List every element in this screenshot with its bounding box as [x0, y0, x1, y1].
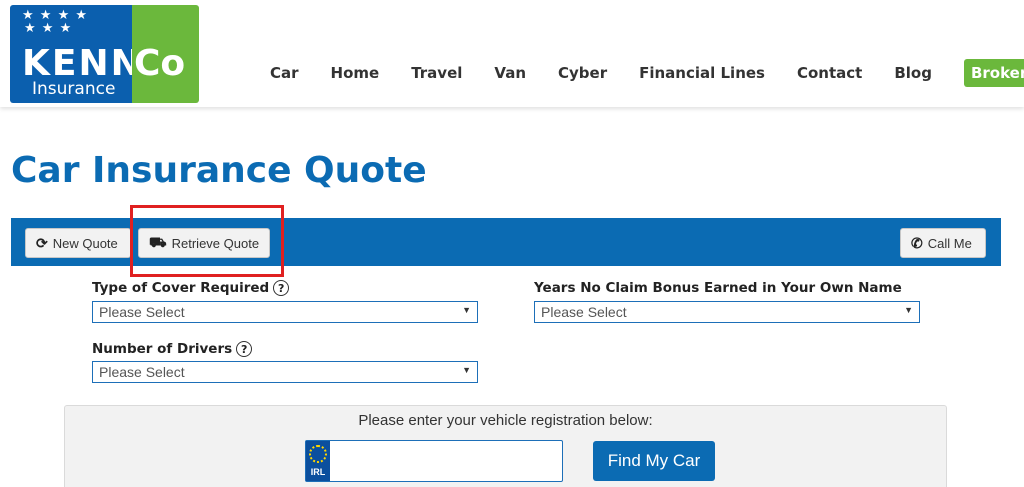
- nav-van[interactable]: Van: [494, 64, 526, 82]
- registration-panel: Please enter your vehicle registration b…: [64, 405, 947, 487]
- logo-co-text: Co: [134, 43, 186, 84]
- page-title: Car Insurance Quote: [11, 150, 427, 191]
- chevron-down-icon: ▼: [904, 305, 913, 315]
- stars-icon: ★ ★ ★ ★ ★ ★ ★: [22, 8, 89, 36]
- ncb-label-text: Years No Claim Bonus Earned in Your Own …: [534, 280, 902, 296]
- cover-type-value: Please Select: [99, 304, 185, 320]
- cover-type-select[interactable]: Please Select ▼: [92, 301, 478, 323]
- new-quote-button[interactable]: ⟳ New Quote: [25, 228, 131, 258]
- drivers-label: Number of Drivers ?: [92, 341, 253, 357]
- drivers-label-text: Number of Drivers: [92, 341, 233, 357]
- nav-travel[interactable]: Travel: [411, 64, 462, 82]
- help-icon[interactable]: ?: [236, 341, 253, 357]
- chevron-down-icon: ▼: [462, 365, 471, 375]
- drivers-value: Please Select: [99, 364, 185, 380]
- logo-green-panel: Co: [132, 5, 199, 103]
- main-nav: Car Home Travel Van Cyber Financial Line…: [270, 58, 1024, 88]
- logo-kenn-text: KENN: [22, 43, 143, 84]
- nav-cyber[interactable]: Cyber: [558, 64, 607, 82]
- registration-prompt: Please enter your vehicle registration b…: [358, 412, 653, 429]
- nav-home[interactable]: Home: [331, 64, 380, 82]
- kennco-logo[interactable]: ★ ★ ★ ★ ★ ★ ★ KENN Insurance Co: [10, 5, 199, 103]
- nav-financial-lines[interactable]: Financial Lines: [639, 64, 765, 82]
- registration-input[interactable]: IRL: [305, 440, 563, 482]
- ncb-value: Please Select: [541, 304, 627, 320]
- refresh-icon: ⟳: [36, 234, 48, 251]
- call-me-button[interactable]: ✆ Call Me: [900, 228, 986, 258]
- cover-type-label: Type of Cover Required ?: [92, 280, 290, 296]
- irl-plate-text: IRL: [310, 467, 326, 477]
- find-my-car-button[interactable]: Find My Car: [593, 441, 715, 481]
- new-quote-label: New Quote: [52, 235, 118, 251]
- ncb-select[interactable]: Please Select ▼: [534, 301, 920, 323]
- site-header: ★ ★ ★ ★ ★ ★ ★ KENN Insurance Co Car Home …: [0, 0, 1024, 107]
- drivers-select[interactable]: Please Select ▼: [92, 361, 478, 383]
- nav-contact[interactable]: Contact: [797, 64, 862, 82]
- cover-type-label-text: Type of Cover Required: [92, 280, 270, 296]
- phone-icon: ✆: [911, 234, 923, 251]
- nav-brokers-button[interactable]: Brokers: [963, 59, 1024, 87]
- highlight-annotation: [130, 205, 284, 277]
- logo-blue-panel: ★ ★ ★ ★ ★ ★ ★ KENN Insurance: [10, 5, 141, 103]
- eu-flag-icon: [309, 445, 327, 463]
- chevron-down-icon: ▼: [462, 305, 471, 315]
- logo-insurance-text: Insurance: [32, 79, 116, 99]
- nav-car[interactable]: Car: [270, 64, 299, 82]
- ncb-label: Years No Claim Bonus Earned in Your Own …: [534, 280, 902, 296]
- nav-blog[interactable]: Blog: [894, 64, 932, 82]
- help-icon[interactable]: ?: [273, 280, 290, 296]
- irl-plate-band: IRL: [306, 441, 330, 481]
- call-me-label: Call Me: [927, 235, 972, 251]
